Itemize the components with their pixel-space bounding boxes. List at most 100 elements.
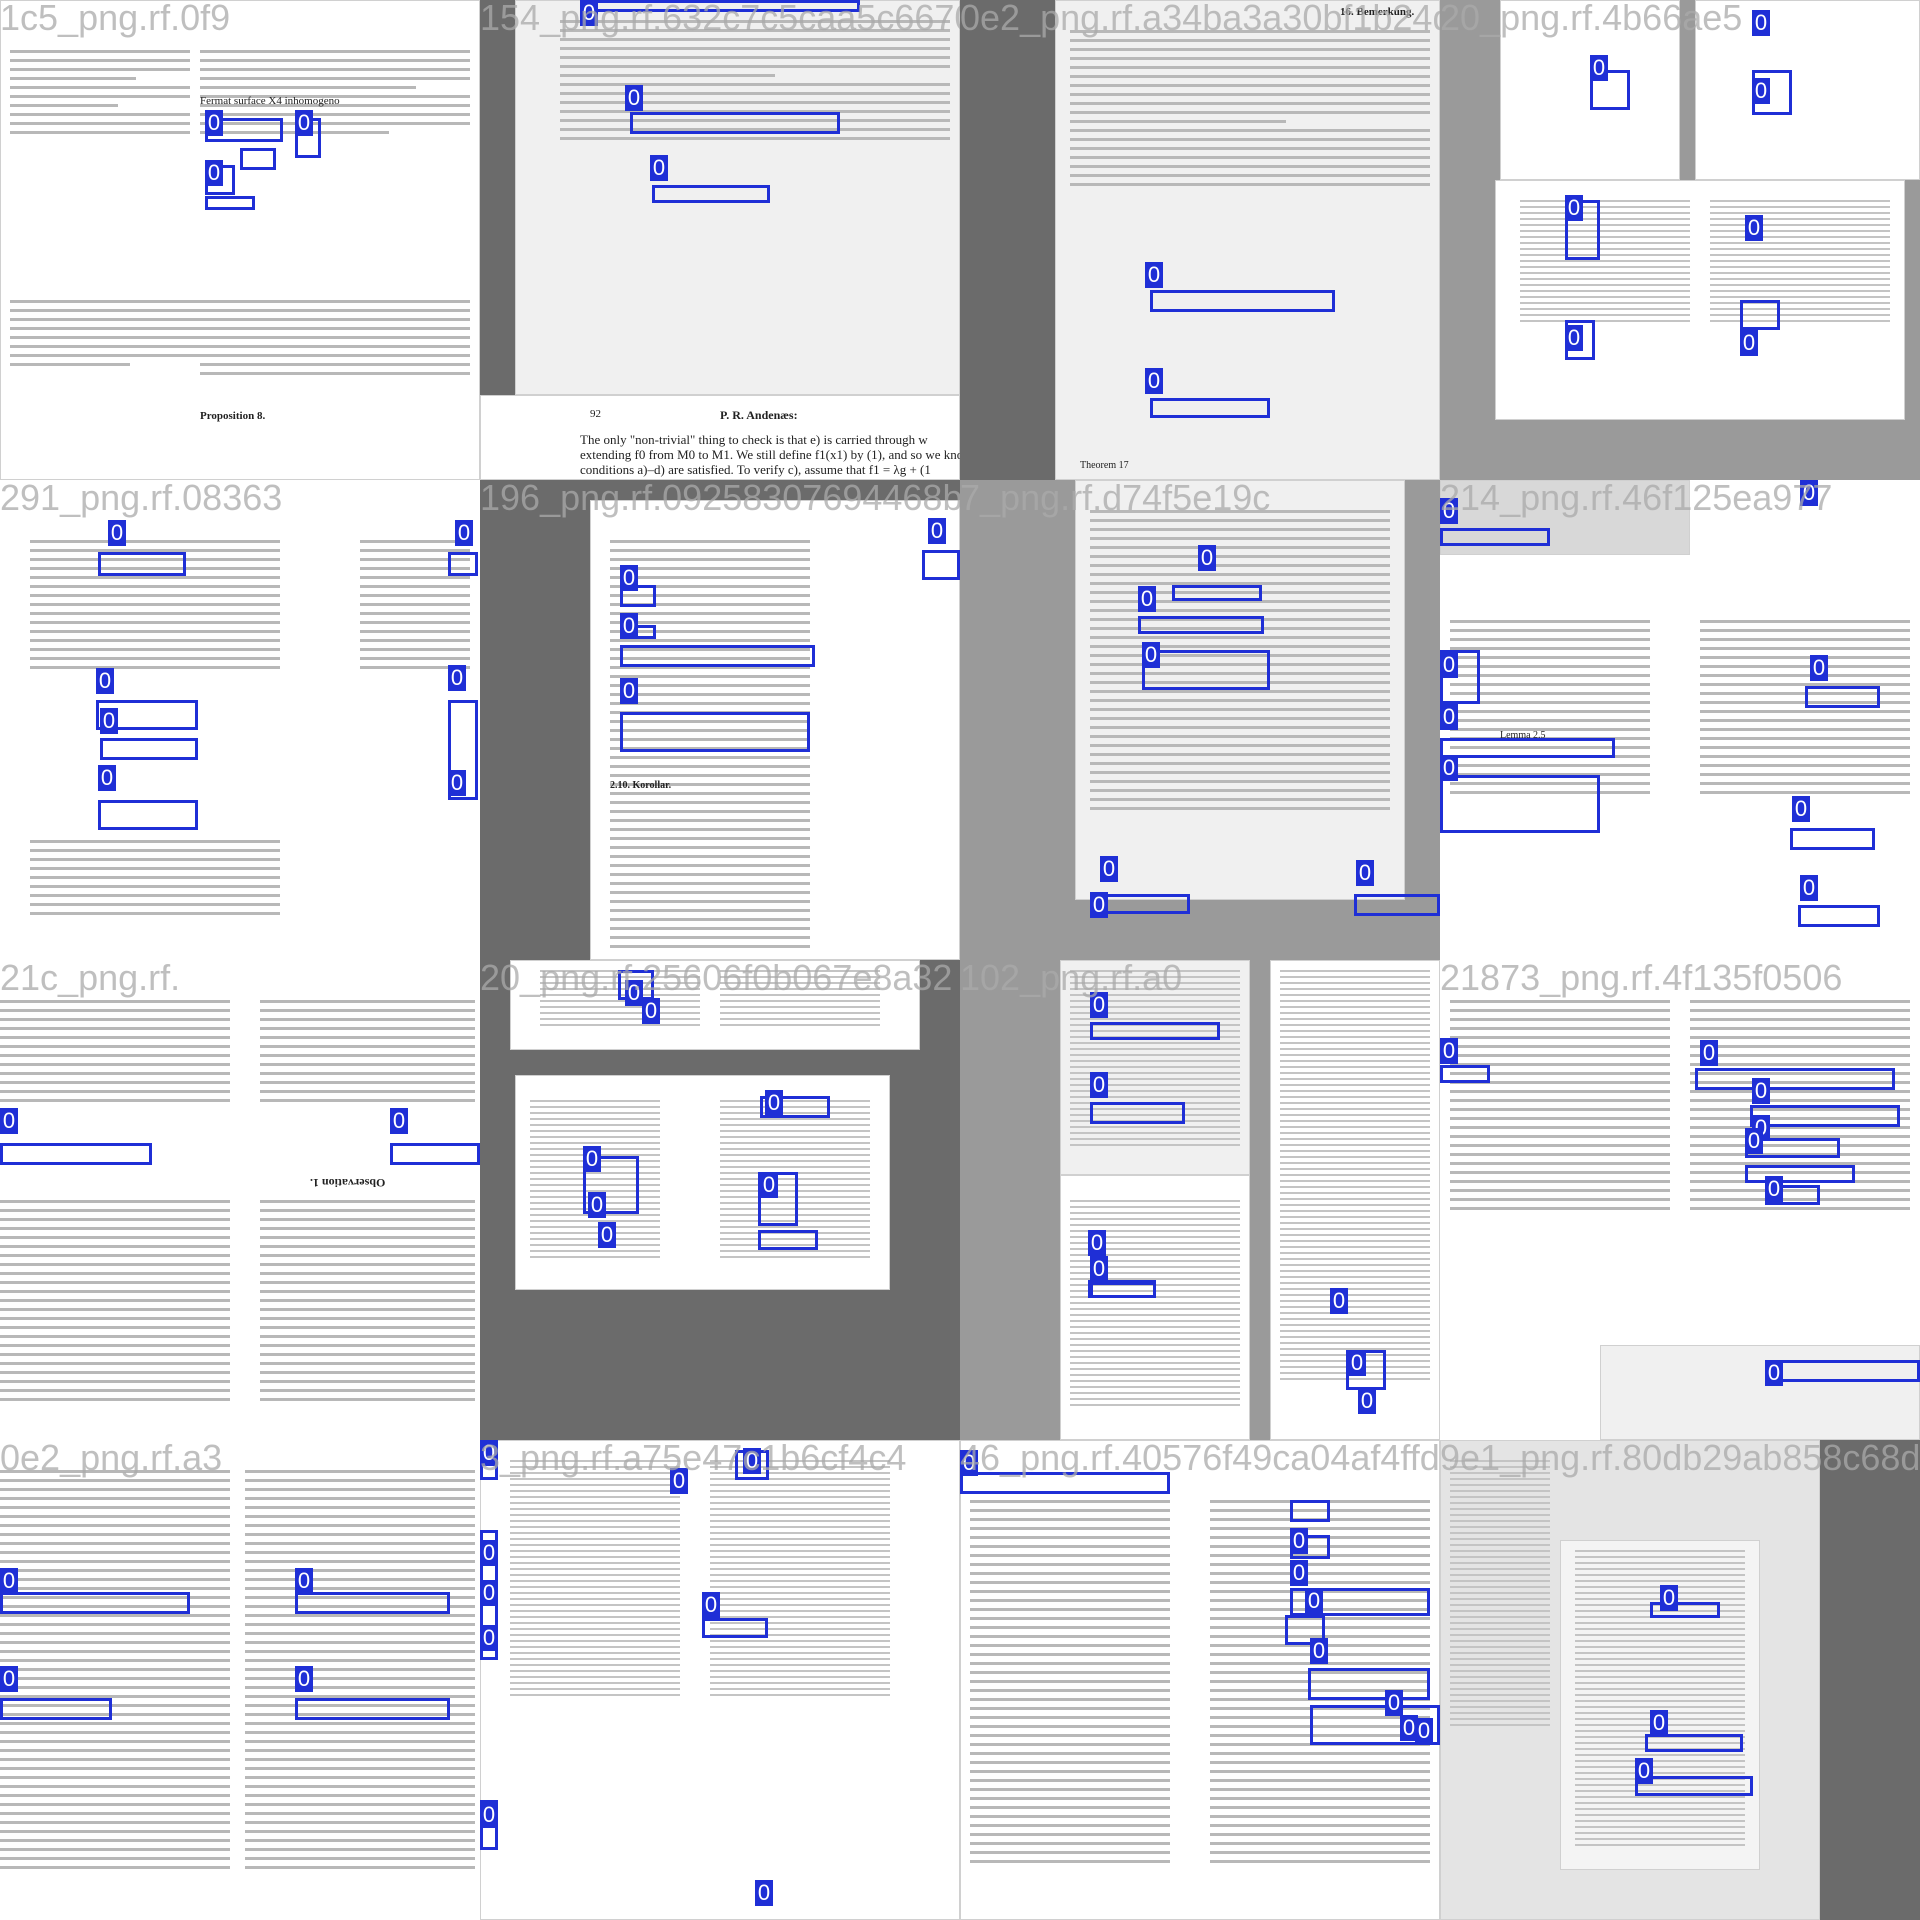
tile-9: 0 0 Observation 1. 21c_png.rf. bbox=[0, 960, 480, 1440]
text-lines bbox=[510, 1460, 680, 1700]
class-tag: 0 bbox=[583, 1146, 601, 1172]
class-tag: 0 bbox=[1590, 55, 1608, 81]
formula-box bbox=[1290, 1500, 1330, 1522]
class-tag: 0 bbox=[0, 1666, 18, 1692]
class-tag: 0 bbox=[1358, 1388, 1376, 1414]
class-tag: 0 bbox=[480, 1625, 498, 1651]
class-tag: 0 bbox=[1090, 1072, 1108, 1098]
tile-label: 21c_png.rf. bbox=[0, 960, 181, 998]
class-tag: 0 bbox=[0, 1568, 18, 1594]
class-tag: 0 bbox=[1752, 10, 1770, 36]
formula-box bbox=[1440, 1065, 1490, 1083]
class-tag: 0 bbox=[1290, 1528, 1308, 1554]
class-tag: 0 bbox=[1142, 642, 1160, 668]
class-tag: 0 bbox=[620, 565, 638, 591]
class-tag: 0 bbox=[1348, 1350, 1366, 1376]
formula-box bbox=[205, 196, 255, 210]
class-tag: 0 bbox=[670, 1468, 688, 1494]
tile-16: 0 0 0 9e1_png.rf.80db29ab858c68df bbox=[1440, 1440, 1920, 1920]
class-tag: 0 bbox=[1145, 262, 1163, 288]
tile-11: 0 0 0 0 0 0 0 102_png.rf.a0 bbox=[960, 960, 1440, 1440]
text-lines bbox=[0, 1470, 230, 1875]
formula-box bbox=[1308, 1668, 1430, 1700]
formula-box bbox=[652, 185, 770, 203]
class-tag: 0 bbox=[1650, 1710, 1668, 1736]
class-tag: 0 bbox=[928, 518, 946, 544]
class-tag: 0 bbox=[1440, 704, 1458, 730]
class-tag: 0 bbox=[620, 613, 638, 639]
text-lines bbox=[0, 1200, 230, 1407]
formula-box bbox=[620, 645, 815, 667]
formula-box bbox=[1090, 1022, 1220, 1040]
class-tag: 0 bbox=[480, 1440, 498, 1466]
formula-box bbox=[448, 552, 478, 576]
formula-box bbox=[100, 738, 198, 760]
tile-13: 0 0 0 0 0e2_png.rf.a3 bbox=[0, 1440, 480, 1920]
text-lines bbox=[720, 970, 880, 1030]
class-tag: 0 bbox=[108, 520, 126, 546]
tile-7: 0 0 0 0 0 0 7_png.rf.d74f5e19c bbox=[960, 480, 1440, 960]
formula-box bbox=[620, 712, 810, 752]
class-tag: 0 bbox=[1660, 1585, 1678, 1611]
formula-box bbox=[1150, 398, 1270, 418]
class-tag: 0 bbox=[480, 1802, 498, 1828]
page-number: 92 bbox=[590, 408, 601, 420]
class-tag: 0 bbox=[96, 668, 114, 694]
formula-box bbox=[1770, 1360, 1920, 1382]
text-lines bbox=[10, 300, 210, 372]
text-lines bbox=[245, 1470, 475, 1875]
class-tag: 0 bbox=[1765, 1176, 1783, 1202]
class-tag: 0 bbox=[1565, 325, 1583, 351]
class-tag: 0 bbox=[1090, 992, 1108, 1018]
class-tag: 0 bbox=[0, 1108, 18, 1134]
class-tag: 0 bbox=[760, 1172, 778, 1198]
formula-box bbox=[630, 112, 840, 134]
formula-box bbox=[1745, 1165, 1855, 1183]
formula-box bbox=[295, 1698, 450, 1720]
class-tag: 0 bbox=[448, 665, 466, 691]
body-line: extending f0 from M0 to M1. We still def… bbox=[580, 447, 960, 462]
class-tag: 0 bbox=[1415, 1718, 1433, 1744]
class-tag: 0 bbox=[1088, 1230, 1106, 1256]
tile-label: 21873_png.rf.4f135f0506 bbox=[1440, 960, 1843, 998]
class-tag: 0 bbox=[1440, 652, 1458, 678]
text-lines bbox=[30, 840, 280, 921]
proposition-text: Proposition 8. bbox=[200, 410, 266, 422]
formula-box bbox=[1138, 616, 1264, 634]
class-tag: 0 bbox=[1385, 1690, 1403, 1716]
class-tag: 0 bbox=[390, 1108, 408, 1134]
body-line: The only "non-trivial" thing to check is… bbox=[580, 432, 928, 447]
text-lines bbox=[1520, 200, 1690, 326]
formula-box bbox=[1090, 1282, 1156, 1298]
class-tag: 0 bbox=[1765, 1360, 1783, 1386]
class-tag: 0 bbox=[1565, 195, 1583, 221]
class-tag: 0 bbox=[295, 110, 313, 136]
formula-box bbox=[1440, 775, 1600, 833]
class-tag: 0 bbox=[1810, 655, 1828, 681]
formula-box bbox=[1790, 828, 1875, 850]
class-tag: 0 bbox=[1440, 498, 1458, 524]
formula-box bbox=[1440, 738, 1615, 758]
formula-box bbox=[580, 0, 860, 12]
tile-15: 0 0 0 0 0 0 0 0 46_png.rf.40576f49ca04af… bbox=[960, 1440, 1440, 1920]
formula-box bbox=[1695, 1068, 1895, 1090]
text-lines bbox=[1070, 30, 1430, 192]
formula-box bbox=[1740, 300, 1780, 330]
observation-text: Observation 1. bbox=[310, 1176, 386, 1190]
formula-box bbox=[295, 1592, 450, 1614]
text-lines bbox=[710, 1460, 890, 1700]
class-tag: 0 bbox=[295, 1568, 313, 1594]
class-tag: 0 bbox=[765, 1090, 783, 1116]
class-tag: 0 bbox=[1792, 796, 1810, 822]
formula-box bbox=[98, 552, 186, 576]
class-tag: 0 bbox=[205, 110, 223, 136]
class-tag: 0 bbox=[1800, 875, 1818, 901]
class-tag: 0 bbox=[448, 770, 466, 796]
class-tag: 0 bbox=[1440, 1038, 1458, 1064]
class-tag: 0 bbox=[702, 1592, 720, 1618]
text-lines bbox=[1450, 1000, 1670, 1216]
formula-box bbox=[1440, 528, 1550, 546]
class-tag: 0 bbox=[100, 708, 118, 734]
class-tag: 0 bbox=[1356, 860, 1374, 886]
text-lines bbox=[1280, 970, 1430, 1384]
